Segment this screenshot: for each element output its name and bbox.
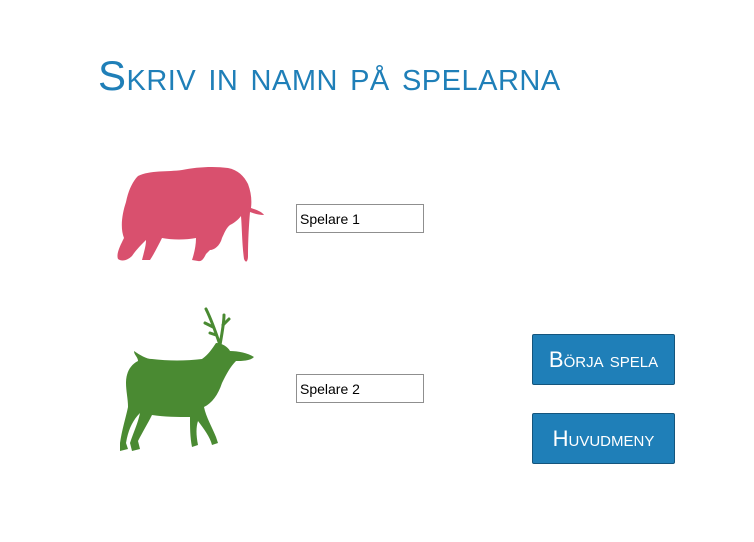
deer-icon (120, 307, 254, 451)
main-menu-button[interactable]: Huvudmeny (532, 413, 675, 464)
start-game-button[interactable]: Börja spela (532, 334, 675, 385)
player-2-name-input[interactable] (296, 374, 424, 403)
page-title: Skriv in namn på spelarna (98, 52, 561, 99)
player-1-name-input[interactable] (296, 204, 424, 233)
elephant-icon (117, 166, 265, 262)
